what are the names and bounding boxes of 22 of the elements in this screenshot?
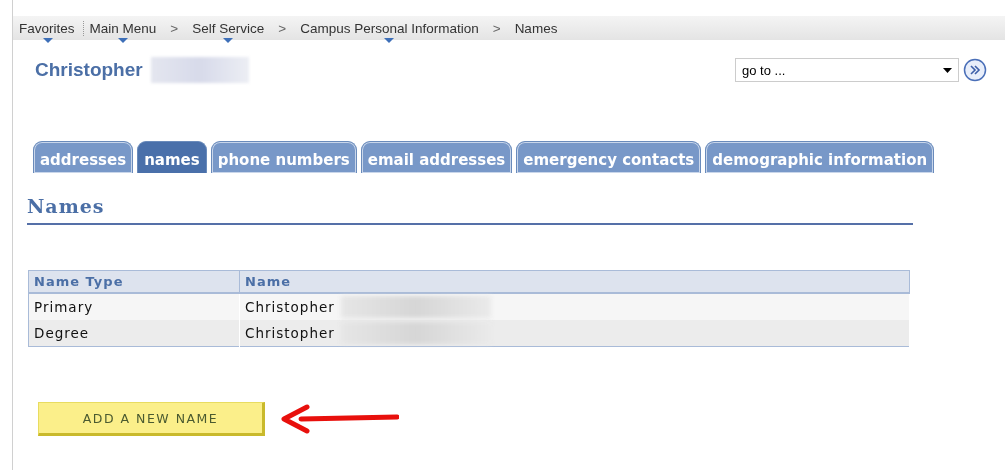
breadcrumb-separator: >	[169, 20, 180, 36]
breadcrumb-separator: >	[491, 20, 502, 36]
column-header: Name Type	[28, 270, 240, 293]
add-name-button[interactable]: ADD A NEW NAME	[38, 402, 265, 436]
person-name: Christopher	[35, 59, 143, 81]
table-cell: Christopher	[245, 325, 335, 341]
table-cell: Primary	[28, 293, 240, 320]
breadcrumb-item[interactable]: Self Service	[186, 20, 271, 36]
breadcrumb-item[interactable]: Favorites	[13, 20, 84, 36]
dropdown-icon[interactable]	[943, 67, 952, 73]
goto-select[interactable]: go to ...	[735, 58, 959, 82]
section-title: Names	[27, 195, 913, 225]
breadcrumb-item[interactable]: Campus Personal Information	[294, 20, 485, 36]
breadcrumb-separator: >	[277, 20, 288, 36]
table-cell: Christopher	[245, 299, 335, 315]
arrow-icon	[281, 404, 399, 434]
breadcrumb-item[interactable]: Names	[508, 20, 564, 36]
column-header: Name	[239, 270, 910, 293]
tab[interactable]: names	[137, 141, 207, 173]
go-button[interactable]	[963, 58, 987, 82]
breadcrumb-item[interactable]: Main Menu	[83, 20, 163, 36]
table-cell: Degree	[28, 320, 240, 347]
